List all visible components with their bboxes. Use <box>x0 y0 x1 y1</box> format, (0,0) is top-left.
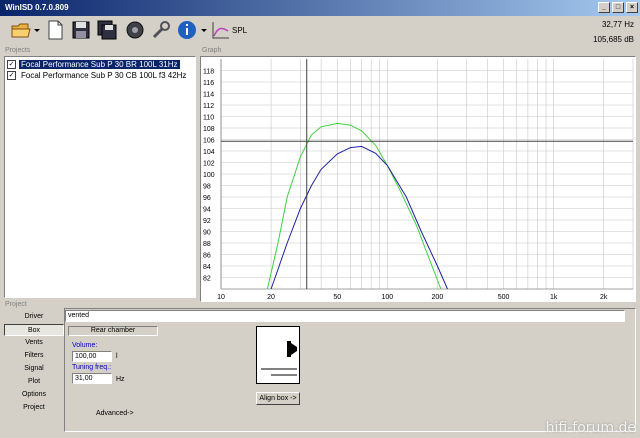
projects-label: Projects <box>5 47 31 54</box>
wrench-icon[interactable] <box>150 19 172 41</box>
box-type-field[interactable]: vented <box>65 310 625 322</box>
tuning-label: Tuning freq.: <box>72 364 112 371</box>
series-line-1 <box>266 122 442 290</box>
box-preview-image <box>256 326 300 384</box>
y-tick-label: 116 <box>203 80 214 87</box>
project-section-label: Project <box>5 301 27 308</box>
y-tick-label: 112 <box>203 103 214 110</box>
title-bar: WinISD 0.7.0.809 _ □ × <box>0 0 640 16</box>
minimize-button[interactable]: _ <box>598 2 610 13</box>
nav-driver[interactable]: Driver <box>4 311 64 323</box>
volume-input[interactable]: 100,00 <box>72 351 112 362</box>
x-tick-label: 50 <box>333 294 341 301</box>
driver-icon[interactable] <box>124 19 146 41</box>
y-tick-label: 94 <box>203 207 211 214</box>
volume-unit: l <box>116 353 118 360</box>
nav-options[interactable]: Options <box>4 389 64 401</box>
y-tick-label: 118 <box>203 69 214 76</box>
window-title: WinISD 0.7.0.809 <box>5 3 69 12</box>
info-dropdown-arrow[interactable] <box>201 29 207 32</box>
maximize-button[interactable]: □ <box>612 2 624 13</box>
rear-chamber-label: Rear chamber <box>68 326 158 336</box>
enclosure-diagram <box>261 341 297 376</box>
graph-panel[interactable]: 82 84 86 88 90 92 94 96 98 100 102 104 106 108 110 112 1… <box>200 56 636 302</box>
project-checkbox[interactable]: ✓ <box>7 60 16 69</box>
y-tick-label: 86 <box>203 253 211 260</box>
y-tick-label: 106 <box>203 138 215 145</box>
nav-project[interactable]: Project <box>4 402 64 414</box>
close-button[interactable]: × <box>626 2 638 13</box>
save-all-icon[interactable] <box>96 19 118 41</box>
project-name[interactable]: Focal Performance Sub P 30 CB 100L f3 42… <box>19 71 188 80</box>
nav-box[interactable]: Box <box>4 324 64 336</box>
y-tick-label: 110 <box>203 115 214 122</box>
new-document-icon[interactable] <box>44 19 66 41</box>
nav-plot[interactable]: Plot <box>4 376 64 388</box>
y-tick-label: 100 <box>203 172 215 179</box>
y-tick-label: 82 <box>203 276 211 283</box>
x-tick-label: 2k <box>600 294 608 301</box>
x-tick-label: 10 <box>217 294 225 301</box>
y-tick-label: 96 <box>203 195 211 202</box>
project-name[interactable]: Focal Performance Sub P 30 BR 100L 31Hz <box>19 60 180 69</box>
frequency-readout: 32,77 Hz <box>601 20 634 29</box>
volume-label: Volume: <box>72 342 98 349</box>
spl-chart[interactable]: 82 84 86 88 90 92 94 96 98 100 102 104 106 108 110 112 1… <box>201 57 635 301</box>
y-tick-label: 108 <box>203 126 215 133</box>
open-dropdown-arrow[interactable] <box>34 29 40 32</box>
y-tick-label: 102 <box>203 161 215 168</box>
spl-label: SPL <box>232 26 248 35</box>
x-tick-label: 20 <box>267 294 275 301</box>
project-item[interactable]: ✓ Focal Performance Sub P 30 CB 100L f3 … <box>7 70 188 81</box>
x-tick-label: 1k <box>550 294 558 301</box>
y-tick-label: 98 <box>203 184 211 191</box>
nav-vents[interactable]: Vents <box>4 337 64 349</box>
info-icon[interactable] <box>176 19 198 41</box>
x-tick-label: 200 <box>432 294 444 301</box>
y-tick-label: 104 <box>203 149 215 156</box>
spl-graph-icon[interactable] <box>210 19 232 41</box>
y-tick-label: 92 <box>203 218 211 225</box>
toolbar <box>0 16 640 46</box>
projects-list: ✓ Focal Performance Sub P 30 BR 100L 31H… <box>4 56 196 298</box>
y-tick-label: 114 <box>203 92 214 99</box>
y-tick-label: 88 <box>203 241 211 248</box>
series-line-2 <box>270 145 448 290</box>
tuning-unit: Hz <box>116 376 125 383</box>
advanced-link[interactable]: Advanced-> <box>96 410 134 417</box>
x-tick-label: 100 <box>381 294 393 301</box>
y-tick-label: 90 <box>203 230 211 237</box>
save-icon[interactable] <box>70 19 92 41</box>
tuning-input[interactable]: 31,00 <box>72 373 112 384</box>
open-folder-icon[interactable] <box>10 19 32 41</box>
nav-filters[interactable]: Filters <box>4 350 64 362</box>
level-readout: 105,685 dB <box>593 35 634 44</box>
y-tick-label: 84 <box>203 264 211 271</box>
graph-label: Graph <box>202 47 222 54</box>
project-checkbox[interactable]: ✓ <box>7 71 16 80</box>
align-box-button[interactable]: Align box -> <box>256 392 300 405</box>
watermark: hifi-forum.de <box>545 420 636 436</box>
project-item[interactable]: ✓ Focal Performance Sub P 30 BR 100L 31H… <box>7 59 180 70</box>
x-tick-label: 500 <box>498 294 510 301</box>
nav-signal[interactable]: Signal <box>4 363 64 375</box>
